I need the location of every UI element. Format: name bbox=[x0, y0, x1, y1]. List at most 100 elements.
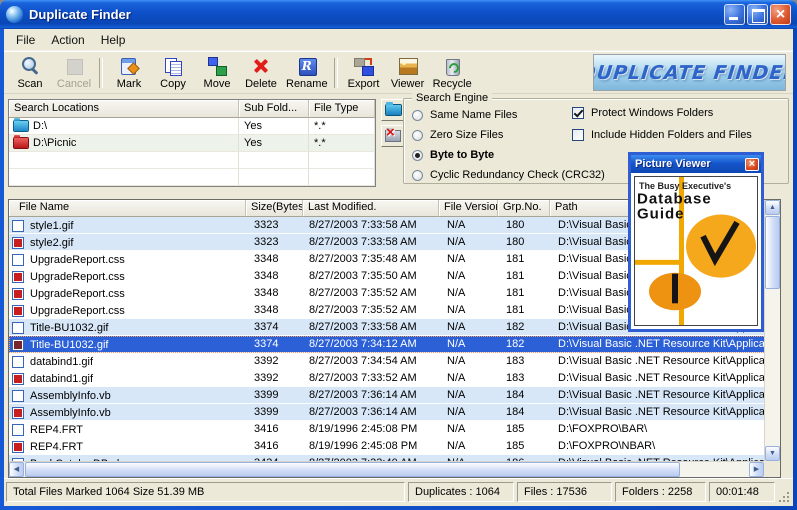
file-size: 3416 bbox=[246, 438, 303, 455]
mark-checkbox[interactable] bbox=[12, 441, 24, 453]
mark-checkbox[interactable] bbox=[12, 356, 24, 368]
rename-button[interactable]: Rename bbox=[283, 53, 331, 93]
scan-button[interactable]: Scan bbox=[8, 53, 52, 93]
file-version: N/A bbox=[439, 251, 498, 268]
file-group: 181 bbox=[498, 251, 550, 268]
file-modified: 8/27/2003 7:35:52 AM bbox=[303, 285, 439, 302]
checkbox-label: Include Hidden Folders and Files bbox=[591, 129, 752, 141]
column-header-file-name[interactable]: File Name bbox=[9, 200, 246, 217]
mark-checkbox[interactable] bbox=[12, 237, 24, 249]
column-header-search-locations[interactable]: Search Locations bbox=[9, 100, 239, 118]
picture-viewer-titlebar[interactable]: Picture Viewer bbox=[631, 155, 761, 173]
scroll-right-icon[interactable] bbox=[749, 462, 764, 477]
checkbox-protect-windows-folders[interactable]: Protect Windows Folders bbox=[572, 102, 752, 124]
column-header-size[interactable]: Size(Bytes) bbox=[246, 200, 303, 217]
mark-button[interactable]: Mark bbox=[107, 53, 151, 93]
minimize-button[interactable] bbox=[724, 4, 745, 25]
file-row[interactable]: AssemblyInfo.vb 3399 8/27/2003 7:36:14 A… bbox=[9, 404, 766, 421]
column-header-subfolders[interactable]: Sub Fold... bbox=[239, 100, 309, 118]
file-row[interactable]: databind1.gif 3392 8/27/2003 7:34:54 AM … bbox=[9, 353, 766, 370]
mark-checkbox[interactable] bbox=[12, 322, 24, 334]
mark-checkbox[interactable] bbox=[12, 254, 24, 266]
radio-byte-to-byte[interactable]: Byte to Byte bbox=[412, 145, 605, 165]
mark-checkbox[interactable] bbox=[12, 390, 24, 402]
svg-text:Guide: Guide bbox=[637, 207, 684, 223]
radio-crc32[interactable]: Cyclic Redundancy Check (CRC32) bbox=[412, 165, 605, 185]
vertical-scrollbar[interactable] bbox=[764, 200, 780, 461]
radio-icon bbox=[412, 110, 423, 121]
recycle-button[interactable]: Recycle bbox=[430, 53, 475, 93]
file-row[interactable]: Title-BU1032.gif 3374 8/27/2003 7:34:12 … bbox=[9, 336, 766, 353]
viewer-icon bbox=[396, 56, 420, 76]
scroll-left-icon[interactable] bbox=[9, 462, 24, 477]
app-icon bbox=[6, 6, 23, 23]
copy-button[interactable]: Copy bbox=[151, 53, 195, 93]
radio-icon bbox=[412, 130, 423, 141]
file-row[interactable]: databind1.gif 3392 8/27/2003 7:33:52 AM … bbox=[9, 370, 766, 387]
file-group: 182 bbox=[498, 336, 550, 353]
picture-viewer-close-button[interactable] bbox=[745, 158, 759, 171]
mark-checkbox[interactable] bbox=[12, 407, 24, 419]
file-name: databind1.gif bbox=[30, 371, 93, 387]
file-row[interactable]: AssemblyInfo.vb 3399 8/27/2003 7:36:14 A… bbox=[9, 387, 766, 404]
location-row-d[interactable]: D:\ Yes *.* bbox=[9, 118, 375, 135]
picture-viewer-window: Picture Viewer The Busy Executive's Data… bbox=[628, 152, 764, 332]
menu-action[interactable]: Action bbox=[43, 30, 92, 50]
column-header-group-number[interactable]: Grp.No. bbox=[498, 200, 550, 217]
horizontal-scroll-thumb[interactable] bbox=[25, 462, 680, 477]
file-group: 182 bbox=[498, 319, 550, 336]
file-row[interactable]: REP4.FRT 3416 8/19/1996 2:45:08 PM N/A 1… bbox=[9, 438, 766, 455]
file-path: D:\FOXPRO\BAR\ bbox=[550, 421, 766, 438]
remove-folder-button[interactable] bbox=[381, 125, 405, 147]
vertical-scroll-thumb[interactable] bbox=[765, 216, 780, 289]
mark-checkbox[interactable] bbox=[12, 339, 24, 351]
file-modified: 8/27/2003 7:36:14 AM bbox=[303, 387, 439, 404]
file-name: style1.gif bbox=[30, 218, 73, 234]
file-modified: 8/27/2003 7:34:12 AM bbox=[303, 336, 439, 353]
file-row[interactable]: REP4.FRT 3416 8/19/1996 2:45:08 PM N/A 1… bbox=[9, 421, 766, 438]
file-name: REP4.FRT bbox=[30, 422, 83, 438]
mark-checkbox[interactable] bbox=[12, 220, 24, 232]
export-button[interactable]: Export bbox=[342, 53, 386, 93]
mark-checkbox[interactable] bbox=[12, 271, 24, 283]
mark-checkbox[interactable] bbox=[12, 288, 24, 300]
status-elapsed-time: 00:01:48 bbox=[709, 482, 775, 502]
menu-help[interactable]: Help bbox=[93, 30, 134, 50]
file-modified: 8/19/1996 2:45:08 PM bbox=[303, 421, 439, 438]
viewer-button[interactable]: Viewer bbox=[386, 53, 430, 93]
column-header-last-modified[interactable]: Last Modified. bbox=[303, 200, 439, 217]
move-icon bbox=[205, 56, 229, 76]
mark-checkbox[interactable] bbox=[12, 424, 24, 436]
file-group: 184 bbox=[498, 404, 550, 421]
empty-row bbox=[9, 169, 375, 186]
move-button[interactable]: Move bbox=[195, 53, 239, 93]
delete-button[interactable]: Delete bbox=[239, 53, 283, 93]
column-header-filetype[interactable]: File Type bbox=[309, 100, 375, 118]
empty-row bbox=[9, 152, 375, 169]
location-filetype: *.* bbox=[309, 135, 375, 151]
close-button[interactable] bbox=[770, 4, 791, 25]
checkbox-include-hidden[interactable]: Include Hidden Folders and Files bbox=[572, 124, 752, 146]
cancel-button[interactable]: Cancel bbox=[52, 53, 96, 93]
mark-checkbox[interactable] bbox=[12, 305, 24, 317]
file-group: 180 bbox=[498, 234, 550, 251]
horizontal-scrollbar[interactable] bbox=[9, 461, 764, 477]
add-folder-button[interactable] bbox=[381, 99, 405, 121]
scroll-down-icon[interactable] bbox=[765, 446, 780, 461]
menu-file[interactable]: File bbox=[8, 30, 43, 50]
location-subfolders: Yes bbox=[239, 135, 309, 151]
file-path: D:\Visual Basic .NET Resource Kit\Applic… bbox=[550, 336, 766, 353]
location-row-picnic[interactable]: D:\Picnic Yes *.* bbox=[9, 135, 375, 152]
mark-checkbox[interactable] bbox=[12, 373, 24, 385]
file-version: N/A bbox=[439, 370, 498, 387]
scroll-up-icon[interactable] bbox=[765, 200, 780, 215]
file-modified: 8/27/2003 7:36:14 AM bbox=[303, 404, 439, 421]
file-size: 3416 bbox=[246, 421, 303, 438]
file-name: UpgradeReport.css bbox=[30, 269, 125, 285]
scrollbar-corner bbox=[764, 461, 780, 477]
column-header-file-version[interactable]: File Version bbox=[439, 200, 498, 217]
file-version: N/A bbox=[439, 421, 498, 438]
title-bar[interactable]: Duplicate Finder bbox=[0, 0, 797, 29]
file-size: 3374 bbox=[246, 319, 303, 336]
maximize-button[interactable] bbox=[747, 4, 768, 25]
